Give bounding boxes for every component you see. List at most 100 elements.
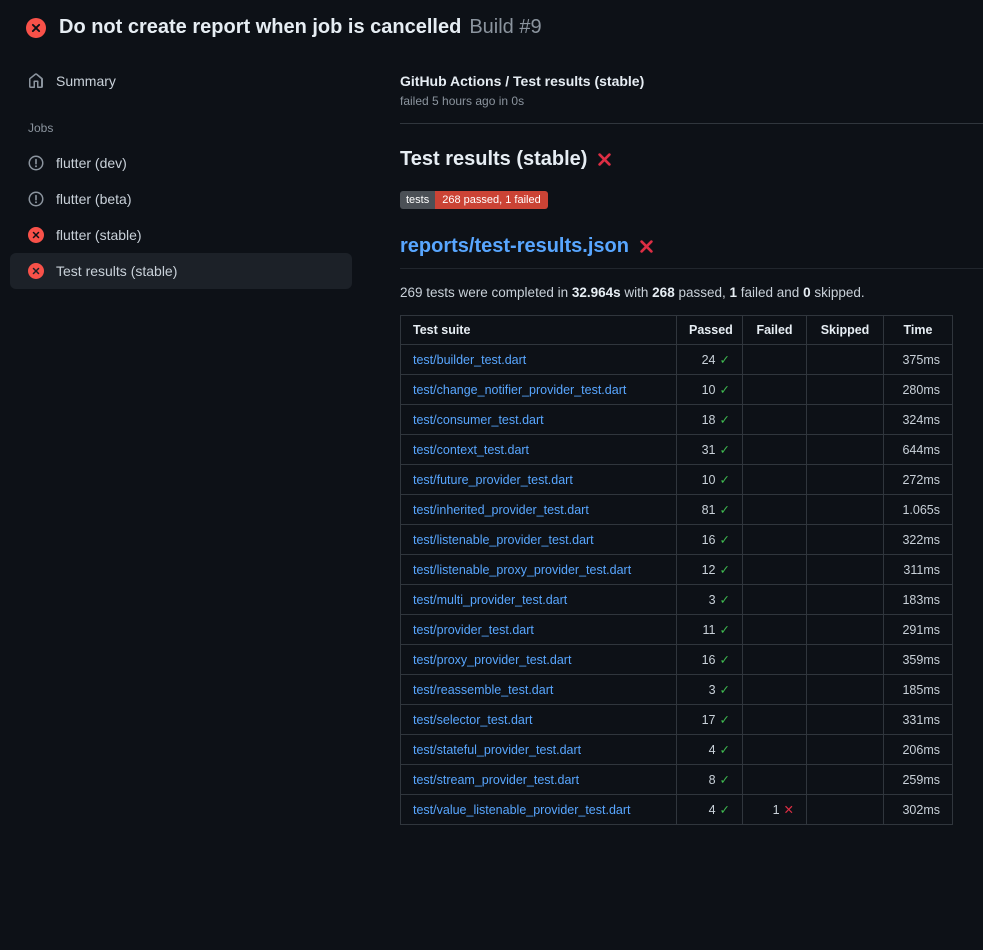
sidebar: Summary Jobs flutter (dev) flutter (beta)… [0,53,400,289]
x-circle-icon [28,263,44,279]
suite-cell: test/provider_test.dart [401,615,677,645]
sidebar-item-label: Test results (stable) [56,263,177,279]
x-circle-icon [26,18,46,38]
report-heading: reports/test-results.json [400,235,983,269]
check-title: Test results (stable) [400,148,587,171]
summary-label: Summary [56,73,116,89]
passed-cell: 8✓ [677,765,743,795]
badge-value: 268 passed, 1 failed [435,191,547,209]
skipped-cell [807,735,884,765]
summary-text: passed, [675,285,730,300]
jobs-heading: Jobs [10,97,352,145]
suite-link[interactable]: test/change_notifier_provider_test.dart [413,383,626,397]
passed-cell: 17✓ [677,705,743,735]
home-icon [28,73,44,89]
passed-count: 31 [702,443,716,457]
time-cell: 359ms [884,645,953,675]
failed-cell [743,345,807,375]
suite-link[interactable]: test/listenable_provider_test.dart [413,533,594,547]
skipped-cell [807,375,884,405]
passed-count: 18 [702,413,716,427]
skipped-cell [807,675,884,705]
skipped-cell [807,405,884,435]
table-header-row: Test suite Passed Failed Skipped Time [401,316,953,345]
time-cell: 206ms [884,735,953,765]
suite-link[interactable]: test/provider_test.dart [413,623,534,637]
run-meta: failed 5 hours ago in 0s [400,94,983,108]
skipped-cell [807,585,884,615]
summary-value: 32.964s [572,285,621,300]
tests-badge: tests 268 passed, 1 failed [400,191,548,209]
suite-cell: test/context_test.dart [401,435,677,465]
check-icon: ✓ [720,413,730,427]
check-icon: ✓ [720,533,730,547]
failed-cell [743,675,807,705]
suite-cell: test/multi_provider_test.dart [401,585,677,615]
time-cell: 291ms [884,615,953,645]
failed-cell [743,375,807,405]
passed-cell: 16✓ [677,645,743,675]
passed-cell: 24✓ [677,345,743,375]
sidebar-item-flutter-beta[interactable]: flutter (beta) [10,181,352,217]
failed-cell [743,705,807,735]
sidebar-item-summary[interactable]: Summary [10,65,352,97]
check-icon: ✓ [720,803,730,817]
report-link[interactable]: reports/test-results.json [400,235,629,258]
sidebar-item-label: flutter (dev) [56,155,127,171]
passed-count: 81 [702,503,716,517]
suite-link[interactable]: test/context_test.dart [413,443,529,457]
failed-cell [743,525,807,555]
cross-icon: ✕ [784,803,794,817]
suite-cell: test/consumer_test.dart [401,405,677,435]
suite-link[interactable]: test/listenable_proxy_provider_test.dart [413,563,631,577]
suite-link[interactable]: test/inherited_provider_test.dart [413,503,589,517]
table-row: test/builder_test.dart24✓375ms [401,345,953,375]
alert-circle-icon [28,155,44,171]
table-row: test/listenable_provider_test.dart16✓322… [401,525,953,555]
failed-cell: 1✕ [743,795,807,825]
build-number: Build #9 [469,16,541,39]
summary-value: 268 [652,285,675,300]
passed-count: 24 [702,353,716,367]
time-cell: 272ms [884,465,953,495]
table-row: test/selector_test.dart17✓331ms [401,705,953,735]
suite-link[interactable]: test/stateful_provider_test.dart [413,743,581,757]
suite-link[interactable]: test/stream_provider_test.dart [413,773,579,787]
time-cell: 185ms [884,675,953,705]
suite-cell: test/reassemble_test.dart [401,675,677,705]
suite-link[interactable]: test/future_provider_test.dart [413,473,573,487]
suite-link[interactable]: test/reassemble_test.dart [413,683,553,697]
suite-link[interactable]: test/proxy_provider_test.dart [413,653,571,667]
passed-cell: 10✓ [677,375,743,405]
col-failed: Failed [743,316,807,345]
suite-link[interactable]: test/multi_provider_test.dart [413,593,567,607]
time-cell: 322ms [884,525,953,555]
passed-count: 10 [702,383,716,397]
skipped-cell [807,705,884,735]
skipped-cell [807,465,884,495]
check-icon: ✓ [720,503,730,517]
failed-cell [743,555,807,585]
passed-cell: 10✓ [677,465,743,495]
passed-count: 3 [709,593,716,607]
suite-link[interactable]: test/value_listenable_provider_test.dart [413,803,631,817]
skipped-cell [807,615,884,645]
summary-text: skipped. [811,285,865,300]
alert-circle-icon [28,191,44,207]
failed-cell [743,735,807,765]
suite-link[interactable]: test/builder_test.dart [413,353,526,367]
check-icon: ✓ [720,653,730,667]
github-check-run-page: Do not create report when job is cancell… [0,0,983,825]
sidebar-item-flutter-dev[interactable]: flutter (dev) [10,145,352,181]
results-table-body: test/builder_test.dart24✓375mstest/chang… [401,345,953,825]
failed-cell [743,585,807,615]
sidebar-item-flutter-stable[interactable]: flutter (stable) [10,217,352,253]
time-cell: 302ms [884,795,953,825]
check-icon: ✓ [720,773,730,787]
suite-cell: test/listenable_provider_test.dart [401,525,677,555]
suite-link[interactable]: test/consumer_test.dart [413,413,544,427]
sidebar-item-test-results-stable[interactable]: Test results (stable) [10,253,352,289]
x-circle-icon [28,227,44,243]
passed-cell: 4✓ [677,795,743,825]
suite-link[interactable]: test/selector_test.dart [413,713,533,727]
